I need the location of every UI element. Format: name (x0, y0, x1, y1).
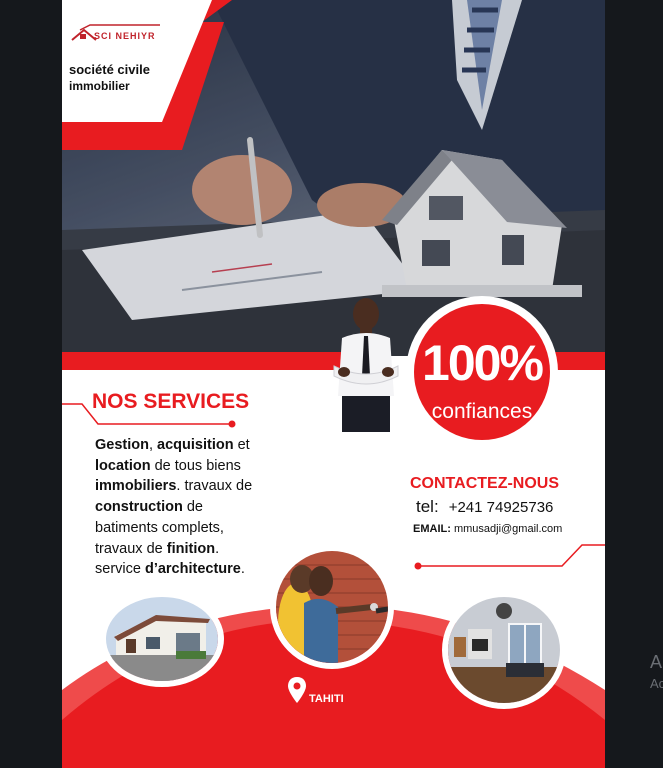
phone-row: tel: +241 74925736 (416, 497, 553, 517)
services-text-run: , (148, 437, 158, 453)
services-line: service d’architecture. (95, 559, 295, 580)
services-keyword: d’architecture (144, 561, 241, 578)
services-keyword: finition (166, 540, 216, 557)
services-text-run: . (215, 540, 220, 557)
phone-label: tel: (416, 497, 439, 516)
services-title: NOS SERVICES (92, 390, 250, 413)
photo-key-handover (270, 545, 394, 669)
services-line: travaux de finition. (95, 539, 295, 560)
key-handover-image (276, 551, 388, 663)
services-keyword: Gestion (95, 437, 149, 453)
services-text-run: . travaux de (176, 478, 253, 495)
services-keyword: acquisition (157, 437, 234, 453)
photo-living-room (442, 591, 566, 709)
house-exterior-image (106, 597, 218, 681)
services-line: Gestion, acquisition et (95, 435, 295, 456)
services-keyword: location (95, 457, 151, 474)
services-line: batiments complets, (95, 518, 295, 539)
services-text-run: de (182, 499, 203, 516)
services-text-run: travaux de (95, 540, 167, 557)
services-description: Gestion, acquisition et location de tous … (95, 435, 295, 580)
services-text-run: . (240, 561, 245, 578)
location-pin-icon (288, 677, 306, 703)
flyer: SCI NEHIYR société civile immobilier 100… (62, 0, 605, 768)
services-keyword: construction (95, 499, 183, 516)
living-room-image (448, 597, 560, 703)
email-address[interactable]: mmusadji@gmail.com (454, 523, 562, 535)
side-text-line1: A (650, 652, 663, 672)
side-text-line2: Ac (650, 676, 663, 691)
services-line: immobiliers. travaux de (95, 476, 295, 497)
services-text-run: de tous biens (150, 457, 241, 474)
email-label: EMAIL: (413, 523, 451, 535)
phone-number[interactable]: +241 74925736 (449, 499, 554, 516)
services-text-run: et (233, 437, 250, 453)
photo-house-exterior (100, 591, 224, 687)
services-text-run: service (95, 561, 145, 578)
location-label: TAHITI (309, 693, 344, 705)
contact-title: CONTACTEZ-NOUS (410, 475, 560, 492)
services-text-run: batiments complets, (95, 519, 224, 536)
services-line: location de tous biens (95, 456, 295, 477)
email-row: EMAIL: mmusadji@gmail.com (413, 523, 562, 535)
services-line: construction de (95, 497, 295, 518)
services-keyword: immobiliers (95, 478, 177, 495)
